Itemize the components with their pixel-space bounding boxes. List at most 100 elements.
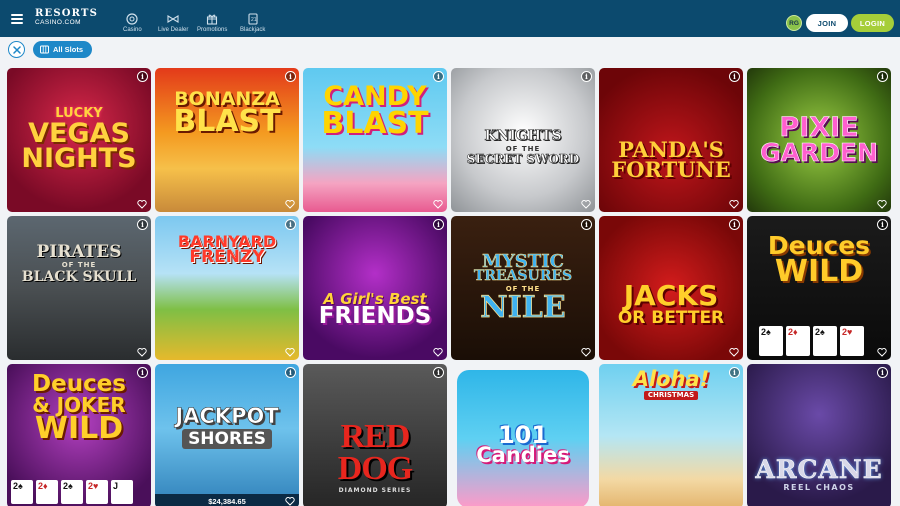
info-icon[interactable]: i	[285, 367, 296, 378]
playing-card-icon: 21	[248, 13, 258, 25]
game-tile-jacks-or-better[interactable]: JACKS OR BETTER i	[599, 216, 743, 360]
playing-cards-graphic: 2♠ 2♦ 2♠ 2♥ J	[11, 480, 133, 504]
info-icon[interactable]: i	[137, 367, 148, 378]
info-icon[interactable]: i	[581, 219, 592, 230]
casino-chip-icon	[126, 13, 138, 25]
card-icon: 2♠	[61, 480, 83, 504]
game-title-line: BLAST	[321, 105, 429, 141]
game-tile-jackpot-shores[interactable]: JACKPOT SHORES $24,384.65 i	[155, 364, 299, 506]
favorite-heart-icon[interactable]	[729, 199, 739, 209]
game-title-line: OR BETTER	[617, 307, 725, 328]
game-tile-mystic-treasures-nile[interactable]: MYSTIC TREASURES OF THE NILE i	[451, 216, 595, 360]
card-icon: 2♠	[813, 326, 837, 356]
favorite-heart-icon[interactable]	[581, 199, 591, 209]
game-title-line: WILD	[34, 410, 124, 446]
game-tile-pandas-fortune[interactable]: PANDA'S FORTUNE i	[599, 68, 743, 212]
info-icon[interactable]: i	[877, 367, 888, 378]
info-icon[interactable]: i	[137, 219, 148, 230]
game-tile-candy-blast[interactable]: CANDY BLAST i	[303, 68, 447, 212]
info-icon[interactable]: i	[433, 367, 444, 378]
game-tile-lucky-vegas-nights[interactable]: LUCKY VEGAS NIGHTS i	[7, 68, 151, 212]
game-title-line: CHRISTMAS	[643, 390, 699, 400]
info-icon[interactable]: i	[433, 219, 444, 230]
card-icon: 2♦	[36, 480, 58, 504]
game-title-line: OF THE	[505, 144, 541, 153]
nav-item-promotions[interactable]: Promotions	[197, 13, 227, 33]
game-title-line: Aloha!	[632, 367, 710, 391]
info-icon[interactable]: i	[137, 71, 148, 82]
game-tile-101-candies[interactable]: 101 Candies	[451, 364, 595, 506]
game-tile-deuces-wild[interactable]: Deuces WILD 2♠ 2♦ 2♠ 2♥ i	[747, 216, 891, 360]
nav-item-blackjack[interactable]: 21 Blackjack	[240, 13, 265, 33]
favorite-heart-icon[interactable]	[433, 199, 443, 209]
card-icon: 2♥	[86, 480, 108, 504]
game-title-line: FORTUNE	[611, 157, 731, 182]
game-tile-knights-secret-sword[interactable]: KNIGHTS OF THE SECRET SWORD i	[451, 68, 595, 212]
info-icon[interactable]: i	[729, 71, 740, 82]
responsible-gaming-badge[interactable]: RG	[786, 15, 802, 31]
game-tile-a-girls-best-friends[interactable]: A Girl's Best FRIENDS i	[303, 216, 447, 360]
svg-text:21: 21	[251, 17, 257, 23]
favorite-heart-icon[interactable]	[877, 199, 887, 209]
game-title-line: JACKS	[623, 279, 719, 313]
game-title-line: NIGHTS	[21, 143, 137, 175]
menu-icon[interactable]	[11, 14, 23, 24]
clear-filter-button[interactable]	[8, 41, 25, 58]
favorite-heart-icon[interactable]	[285, 347, 295, 357]
game-title-line: GARDEN	[760, 137, 878, 167]
game-title-line: JACKPOT	[175, 403, 279, 428]
close-icon	[12, 45, 21, 54]
info-icon[interactable]: i	[285, 219, 296, 230]
nav-label: Live Dealer	[158, 27, 189, 33]
card-icon: 2♠	[11, 480, 33, 504]
favorite-heart-icon[interactable]	[137, 347, 147, 357]
nav-label: Blackjack	[240, 27, 266, 33]
game-tile-aloha-christmas[interactable]: Aloha! CHRISTMAS i	[599, 364, 743, 506]
game-title-line: NILE	[480, 290, 566, 326]
game-title-line: TREASURES	[473, 268, 573, 285]
favorite-heart-icon[interactable]	[137, 199, 147, 209]
game-tile-pirates-black-skull[interactable]: PIRATES OF THE BLACK SKULL i	[7, 216, 151, 360]
favorite-heart-icon[interactable]	[581, 347, 591, 357]
info-icon[interactable]: i	[285, 71, 296, 82]
favorite-heart-icon[interactable]	[285, 496, 295, 506]
nav-item-casino[interactable]: Casino	[123, 13, 142, 33]
jackpot-amount: $24,384.65	[155, 494, 299, 506]
nav-item-live-dealer[interactable]: Live Dealer	[158, 13, 188, 33]
favorite-heart-icon[interactable]	[285, 199, 295, 209]
game-title-line: ARCANE	[755, 454, 883, 484]
game-title-line: PIRATES	[36, 242, 122, 262]
card-icon: J	[111, 480, 133, 504]
game-tile-deuces-joker-wild[interactable]: Deuces & JOKER WILD 2♠ 2♦ 2♠ 2♥ J i	[7, 364, 151, 506]
info-icon[interactable]: i	[581, 71, 592, 82]
info-icon[interactable]: i	[433, 71, 444, 82]
logo-subtext: CASINO.COM	[35, 19, 81, 26]
favorite-heart-icon[interactable]	[729, 347, 739, 357]
game-tile-bonanza-blast[interactable]: BONANZA BLAST i	[155, 68, 299, 212]
favorite-heart-icon[interactable]	[433, 347, 443, 357]
info-icon[interactable]: i	[729, 219, 740, 230]
game-title-line: FRIENDS	[318, 303, 432, 330]
game-tile-pixie-garden[interactable]: PIXIE GARDEN i	[747, 68, 891, 212]
favorite-heart-icon[interactable]	[877, 347, 887, 357]
info-icon[interactable]: i	[877, 219, 888, 230]
logo-wordmark: RESORTS	[35, 8, 99, 19]
game-title-line: KNIGHTS	[484, 128, 562, 145]
nav-label: Casino	[123, 27, 142, 33]
card-icon: 2♥	[840, 326, 864, 356]
login-button[interactable]: LOGIN	[851, 14, 894, 32]
game-tile-arcane-reel-chaos[interactable]: ARCANE REEL CHAOS i	[747, 364, 891, 506]
nav-label: Promotions	[197, 27, 228, 33]
join-button[interactable]: JOIN	[806, 14, 848, 32]
playing-cards-graphic: 2♠ 2♦ 2♠ 2♥	[759, 326, 864, 356]
site-logo[interactable]: RESORTS CASINO.COM	[35, 9, 98, 27]
info-icon[interactable]: i	[877, 71, 888, 82]
game-grid: LUCKY VEGAS NIGHTS i BONANZA BLAST i CAN…	[7, 68, 893, 506]
game-tile-red-dog[interactable]: RED DOG DIAMOND SERIES i	[303, 364, 447, 506]
info-icon[interactable]: i	[729, 367, 740, 378]
game-title-line: SECRET SWORD	[466, 152, 580, 167]
filter-chip-label: All Slots	[53, 45, 84, 54]
filter-chip-all-slots[interactable]: All Slots	[33, 41, 93, 58]
game-tile-barnyard-frenzy[interactable]: BARNYARD FRENZY i	[155, 216, 299, 360]
game-title-line: FRENZY	[189, 247, 265, 268]
